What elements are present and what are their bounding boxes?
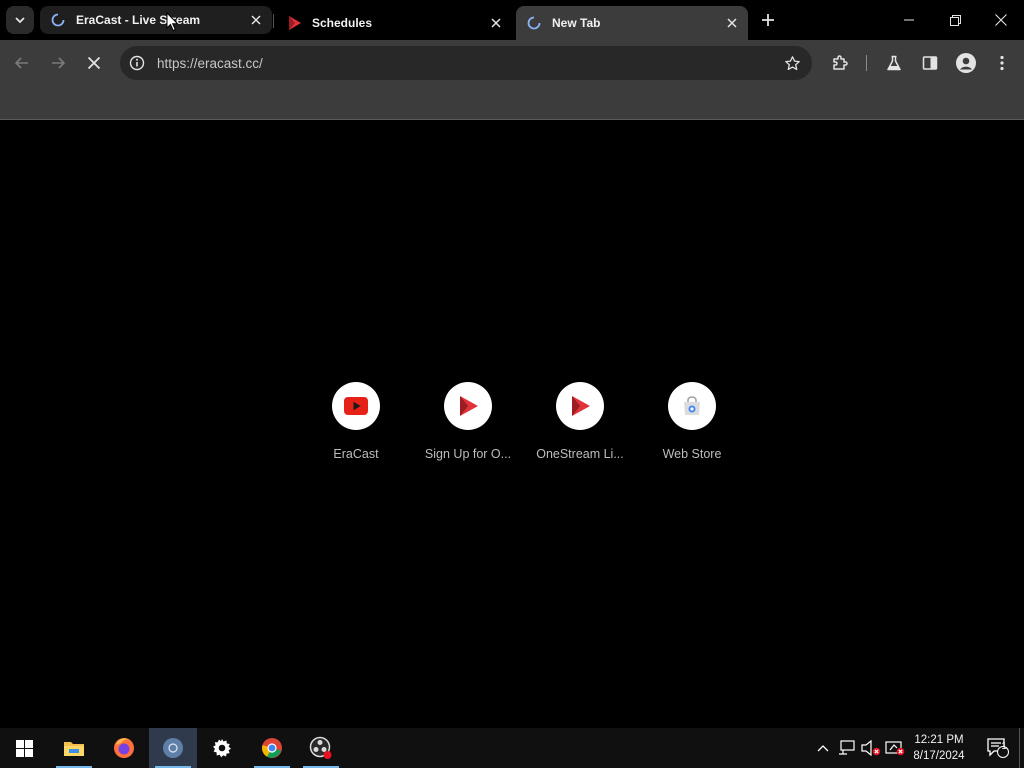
volume-muted-icon bbox=[861, 740, 881, 756]
shortcut-tile[interactable]: OneStream Li... bbox=[524, 382, 636, 478]
action-center-button[interactable]: 1 bbox=[978, 728, 1018, 768]
chrome-icon bbox=[262, 738, 282, 758]
notification-count: 1 bbox=[1001, 741, 1007, 752]
youtube-icon bbox=[332, 382, 380, 430]
toolbar-divider bbox=[866, 55, 867, 71]
loading-spinner-icon bbox=[526, 15, 542, 31]
network-icon bbox=[839, 740, 855, 755]
tab-eracast[interactable]: EraCast - Live Stream bbox=[40, 6, 272, 34]
clock-time: 12:21 PM bbox=[914, 734, 964, 746]
display-tray-button[interactable] bbox=[884, 728, 906, 768]
taskbar-chrome-active[interactable] bbox=[149, 728, 197, 768]
minimize-button[interactable] bbox=[886, 0, 932, 40]
taskbar-file-explorer[interactable] bbox=[50, 728, 98, 768]
red-play-icon bbox=[556, 382, 604, 430]
obs-icon bbox=[309, 736, 332, 759]
bookmark-star-icon[interactable] bbox=[776, 46, 808, 80]
labs-button[interactable] bbox=[880, 49, 908, 77]
shortcut-tile[interactable]: Web Store bbox=[636, 382, 748, 478]
display-warning-icon bbox=[885, 741, 905, 756]
volume-tray-button[interactable] bbox=[860, 728, 882, 768]
kebab-menu-icon bbox=[1000, 55, 1004, 71]
chrome-icon bbox=[163, 738, 183, 758]
minimize-icon bbox=[904, 19, 914, 21]
shortcuts-grid: EraCast Sign Up for O... OneStream Li...… bbox=[300, 382, 748, 478]
firefox-icon bbox=[114, 738, 134, 758]
close-icon bbox=[995, 14, 1007, 26]
bookmarks-bar bbox=[0, 86, 1024, 120]
close-tab-icon[interactable] bbox=[724, 15, 740, 31]
arrow-left-icon bbox=[14, 57, 28, 69]
plus-icon bbox=[762, 14, 774, 26]
network-tray-button[interactable] bbox=[836, 728, 858, 768]
avatar-icon bbox=[956, 53, 976, 73]
shortcut-label: OneStream Li... bbox=[536, 447, 624, 461]
address-bar[interactable]: https://eracast.cc/ bbox=[120, 46, 812, 80]
close-tab-icon[interactable] bbox=[248, 12, 264, 28]
browser-toolbar: https://eracast.cc/ bbox=[0, 40, 1024, 86]
restore-button[interactable] bbox=[932, 0, 978, 40]
extensions-button[interactable] bbox=[826, 49, 854, 77]
shortcut-tile[interactable]: Sign Up for O... bbox=[412, 382, 524, 478]
back-button[interactable] bbox=[8, 49, 36, 77]
system-clock[interactable]: 12:21 PM 8/17/2024 bbox=[906, 732, 972, 764]
new-tab-page: EraCast Sign Up for O... OneStream Li...… bbox=[0, 121, 1024, 728]
url-text[interactable]: https://eracast.cc/ bbox=[157, 56, 776, 71]
tab-search-button[interactable] bbox=[6, 6, 34, 34]
clock-date: 8/17/2024 bbox=[913, 750, 965, 762]
start-button[interactable] bbox=[0, 728, 48, 768]
profile-button[interactable] bbox=[952, 49, 980, 77]
web-store-icon bbox=[668, 382, 716, 430]
arrow-right-icon bbox=[52, 57, 66, 69]
taskbar-obs[interactable] bbox=[297, 728, 345, 768]
taskbar-settings[interactable] bbox=[198, 728, 246, 768]
flask-icon bbox=[887, 55, 901, 71]
play-logo-icon bbox=[286, 15, 302, 31]
tab-schedules[interactable]: Schedules bbox=[276, 6, 512, 40]
tab-separator bbox=[273, 14, 274, 28]
puzzle-icon bbox=[833, 55, 848, 70]
close-window-button[interactable] bbox=[978, 0, 1024, 40]
tab-strip: EraCast - Live Stream Schedules New Tab bbox=[0, 0, 1024, 40]
show-hidden-icons-button[interactable] bbox=[814, 728, 832, 768]
shortcut-tile[interactable]: EraCast bbox=[300, 382, 412, 478]
file-explorer-icon bbox=[64, 742, 84, 756]
show-desktop-button[interactable] bbox=[1019, 728, 1020, 768]
side-panel-button[interactable] bbox=[916, 49, 944, 77]
red-play-icon bbox=[444, 382, 492, 430]
shortcut-label: Sign Up for O... bbox=[424, 447, 512, 461]
mouse-cursor-icon bbox=[166, 12, 179, 32]
settings-icon bbox=[213, 739, 231, 758]
shortcut-label: EraCast bbox=[333, 447, 379, 461]
forward-button[interactable] bbox=[44, 49, 72, 77]
restore-icon bbox=[949, 14, 961, 26]
tab-title: EraCast - Live Stream bbox=[76, 13, 201, 27]
taskbar-chrome[interactable] bbox=[248, 728, 296, 768]
shortcut-label: Web Store bbox=[662, 447, 722, 461]
loading-spinner-icon bbox=[50, 12, 66, 28]
start-icon bbox=[15, 739, 33, 757]
stop-x-icon bbox=[87, 56, 101, 70]
taskbar-firefox[interactable] bbox=[100, 728, 148, 768]
close-tab-icon[interactable] bbox=[488, 15, 504, 31]
tab-new-tab[interactable]: New Tab bbox=[516, 6, 748, 40]
stop-loading-button[interactable] bbox=[80, 49, 108, 77]
chevron-down-icon bbox=[15, 17, 25, 24]
tab-title: Schedules bbox=[312, 16, 373, 30]
new-tab-button[interactable] bbox=[756, 8, 780, 32]
tab-title: New Tab bbox=[552, 16, 601, 30]
site-info-icon[interactable] bbox=[120, 46, 154, 80]
chevron-up-icon bbox=[817, 745, 829, 752]
windows-taskbar: 12:21 PM 8/17/2024 1 bbox=[0, 728, 1024, 768]
side-panel-icon bbox=[922, 56, 938, 70]
menu-button[interactable] bbox=[988, 49, 1016, 77]
